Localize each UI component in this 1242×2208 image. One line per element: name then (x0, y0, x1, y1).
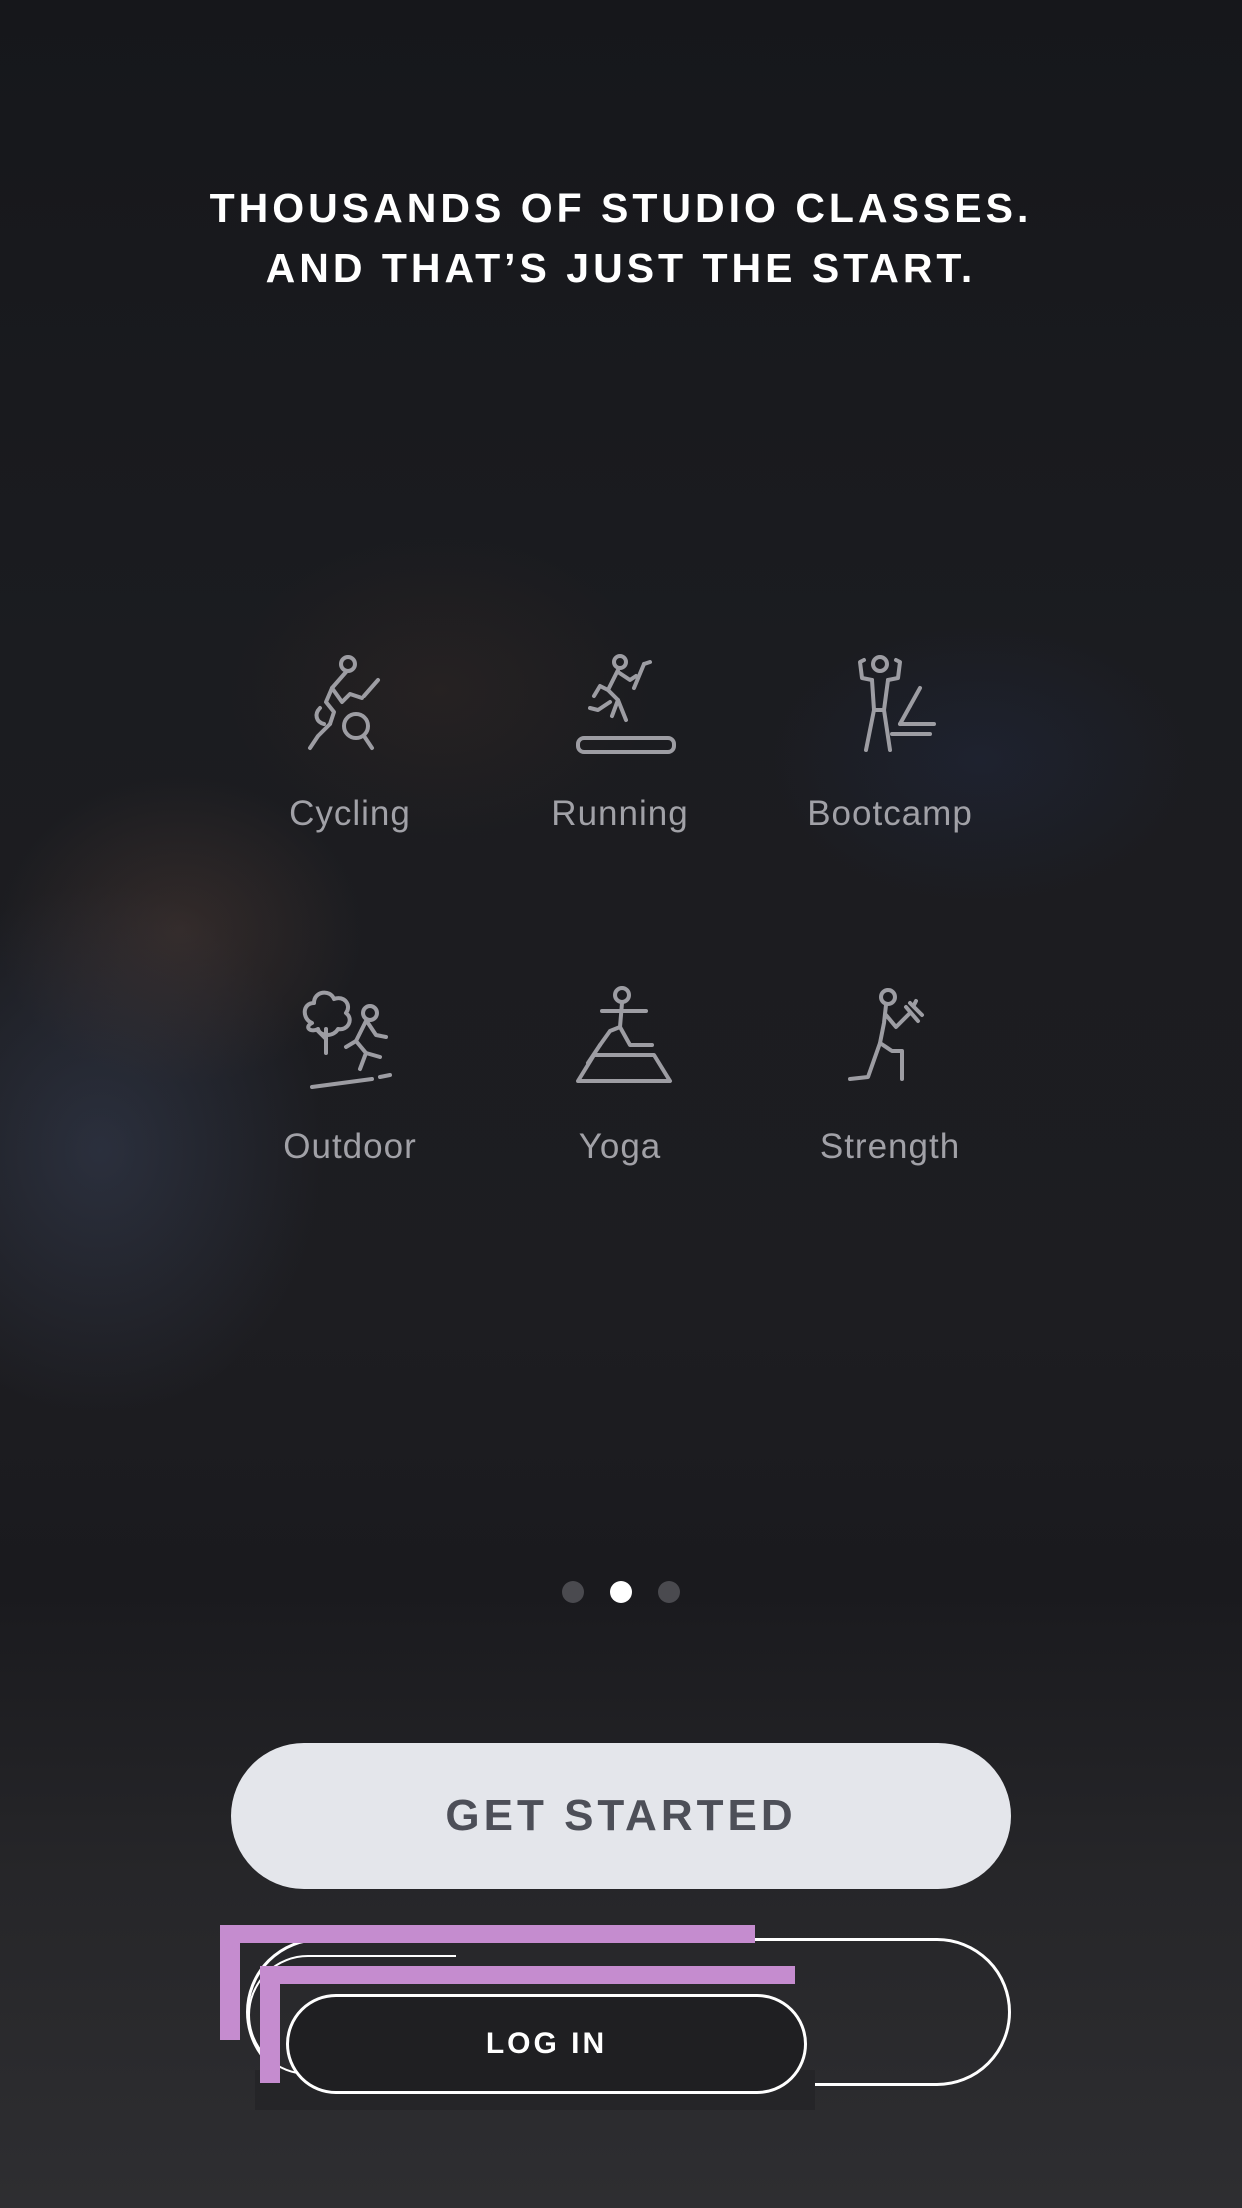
category-label: Yoga (578, 1127, 662, 1166)
get-started-button[interactable]: GET STARTED (231, 1743, 1011, 1889)
running-icon (560, 650, 680, 770)
outdoor-icon (290, 983, 410, 1103)
glitch-artifact (220, 1925, 240, 2040)
log-in-button[interactable]: LOG IN (286, 1994, 807, 2094)
class-category-grid: Cycling Running Bootcamp Outdoor Yoga St… (215, 650, 1025, 1316)
category-label: Cycling (289, 794, 411, 833)
glitch-artifact (260, 1966, 795, 1984)
yoga-icon (560, 983, 680, 1103)
category-label: Strength (819, 1127, 961, 1166)
page-dot-1[interactable] (562, 1581, 584, 1603)
category-label: Running (551, 794, 689, 833)
bootcamp-icon (830, 650, 950, 770)
category-label: Outdoor (283, 1127, 417, 1166)
category-outdoor: Outdoor (215, 983, 485, 1316)
page-dot-2-active[interactable] (610, 1581, 632, 1603)
category-yoga: Yoga (485, 983, 755, 1316)
page-indicator (0, 1581, 1242, 1603)
category-running: Running (485, 650, 755, 983)
headline: THOUSANDS OF STUDIO CLASSES. AND THAT’S … (0, 178, 1242, 298)
headline-line-1: THOUSANDS OF STUDIO CLASSES. (209, 185, 1033, 231)
glitch-artifact (220, 1925, 755, 1943)
category-label: Bootcamp (807, 794, 973, 833)
glitch-artifact (260, 1966, 280, 2083)
category-strength: Strength (755, 983, 1025, 1316)
category-bootcamp: Bootcamp (755, 650, 1025, 983)
strength-icon (830, 983, 950, 1103)
headline-line-2: AND THAT’S JUST THE START. (265, 245, 977, 291)
cycling-icon (290, 650, 410, 770)
page-dot-3[interactable] (658, 1581, 680, 1603)
category-cycling: Cycling (215, 650, 485, 983)
